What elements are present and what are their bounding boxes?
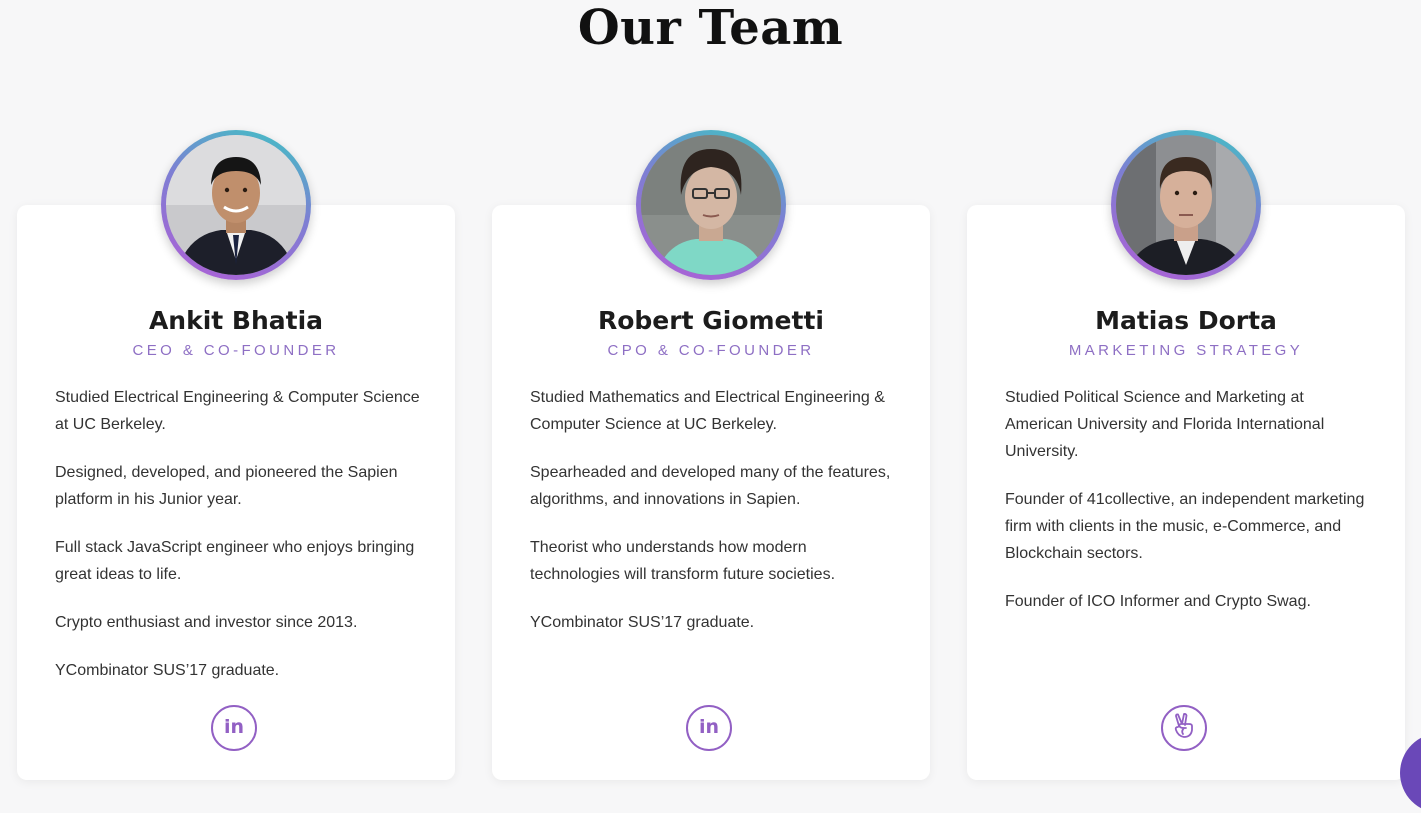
member-name: Ankit Bhatia	[148, 306, 324, 335]
linkedin-link[interactable]: in	[686, 705, 732, 751]
avatar	[166, 135, 306, 275]
bio-paragraph: Designed, developed, and pioneered the S…	[55, 464, 398, 508]
bio-paragraph: Founder of ICO Informer and Crypto Swag.	[1005, 593, 1311, 610]
linkedin-icon: in	[223, 715, 245, 738]
angellist-link[interactable]	[1161, 705, 1207, 751]
bio-paragraph: Full stack JavaScript engineer who enjoy…	[55, 539, 415, 583]
page-title: Our Team	[577, 0, 844, 56]
member-bio: Studied Electrical Engineering & Compute…	[55, 384, 421, 705]
bio-paragraph: Studied Electrical Engineering & Compute…	[55, 389, 420, 433]
member-bio: Studied Mathematics and Electrical Engin…	[530, 384, 896, 657]
avatar-ring	[1111, 130, 1261, 280]
linkedin-link[interactable]: in	[211, 705, 257, 751]
avatar-ring	[161, 130, 311, 280]
team-card-matias: Matias Dorta MARKETING STRATEGY Studied …	[967, 205, 1405, 780]
bio-paragraph: Theorist who understands how modern tech…	[530, 539, 836, 583]
team-card-robert: Robert Giometti CPO & CO-FOUNDER Studied…	[492, 205, 930, 780]
member-role: CPO & CO-FOUNDER	[607, 342, 815, 359]
team-card-ankit: Ankit Bhatia CEO & CO-FOUNDER Studied El…	[17, 205, 455, 780]
bio-paragraph: Crypto enthusiast and investor since 201…	[55, 614, 358, 631]
member-role: CEO & CO-FOUNDER	[132, 342, 340, 359]
member-bio: Studied Political Science and Marketing …	[1005, 384, 1371, 636]
avatar	[1116, 135, 1256, 275]
linkedin-icon: in	[698, 715, 720, 738]
member-name: Robert Giometti	[597, 306, 824, 335]
bio-paragraph: Spearheaded and developed many of the fe…	[530, 464, 891, 508]
member-role: MARKETING STRATEGY	[1068, 342, 1304, 359]
avatar-ring	[636, 130, 786, 280]
bio-paragraph: Studied Mathematics and Electrical Engin…	[530, 389, 885, 433]
member-name: Matias Dorta	[1095, 306, 1277, 335]
bio-paragraph: YCombinator SUS’17 graduate.	[55, 662, 280, 679]
avatar	[641, 135, 781, 275]
angellist-icon	[1172, 712, 1196, 744]
bio-paragraph: Founder of 41collective, an independent …	[1005, 491, 1365, 562]
bio-paragraph: YCombinator SUS’17 graduate.	[530, 614, 755, 631]
bio-paragraph: Studied Political Science and Marketing …	[1005, 389, 1325, 460]
